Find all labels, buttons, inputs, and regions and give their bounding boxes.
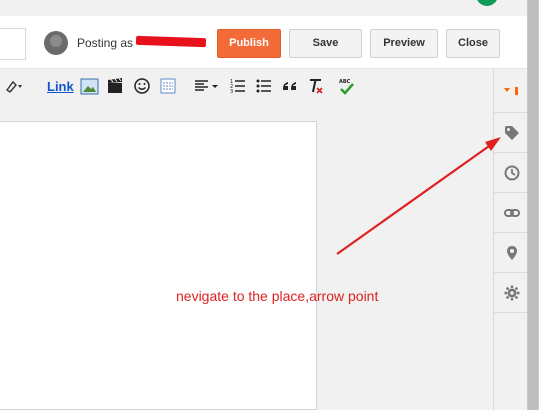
publish-button[interactable]: Publish <box>217 29 281 58</box>
post-body-editor[interactable] <box>0 121 317 410</box>
remove-formatting-icon[interactable] <box>307 77 325 97</box>
annotation-text: nevigate to the place,arrow point <box>176 288 379 304</box>
close-button[interactable]: Close <box>446 29 500 58</box>
post-settings-toggle[interactable] <box>494 69 528 113</box>
sidebar-item-schedule[interactable] <box>494 153 528 193</box>
insert-image-icon[interactable] <box>80 77 99 97</box>
gear-icon <box>504 285 520 301</box>
preview-button[interactable]: Preview <box>370 29 438 58</box>
post-settings-sidebar <box>493 69 528 410</box>
emoji-icon[interactable] <box>133 77 151 97</box>
numbered-list-icon[interactable]: 123 <box>229 77 247 97</box>
posting-as-label: Posting as <box>77 36 134 50</box>
sidebar-item-location[interactable] <box>494 233 528 273</box>
post-editor-header: Posting as Publish Save Preview Close <box>0 16 527 69</box>
insert-video-icon[interactable] <box>106 77 124 97</box>
link-icon <box>504 209 520 217</box>
insert-link-button[interactable]: Link <box>47 77 74 97</box>
spellcheck-icon[interactable]: ABC <box>338 77 356 97</box>
sidebar-item-options[interactable] <box>494 273 528 313</box>
alignment-icon[interactable] <box>194 77 222 97</box>
post-title-input[interactable] <box>0 28 26 60</box>
clock-icon <box>504 165 520 181</box>
svg-text:ABC: ABC <box>339 79 351 85</box>
text-color-icon[interactable] <box>4 77 26 97</box>
tag-icon <box>505 126 519 140</box>
bulleted-list-icon[interactable] <box>255 77 273 97</box>
sidebar-item-labels[interactable] <box>494 113 528 153</box>
page-scrollbar[interactable] <box>527 0 539 410</box>
top-strip <box>0 0 527 16</box>
redacted-author-name <box>135 35 207 48</box>
formatting-toolbar: Link 123 ABC <box>0 69 492 105</box>
location-pin-icon <box>507 246 517 260</box>
sidebar-item-permalink[interactable] <box>494 193 528 233</box>
quote-icon[interactable] <box>281 77 299 97</box>
save-button[interactable]: Save <box>289 29 362 58</box>
author-avatar <box>44 31 68 55</box>
svg-text:3: 3 <box>230 89 233 95</box>
scrollbar-thumb[interactable] <box>528 0 538 410</box>
insert-jump-break-icon[interactable] <box>159 77 177 97</box>
